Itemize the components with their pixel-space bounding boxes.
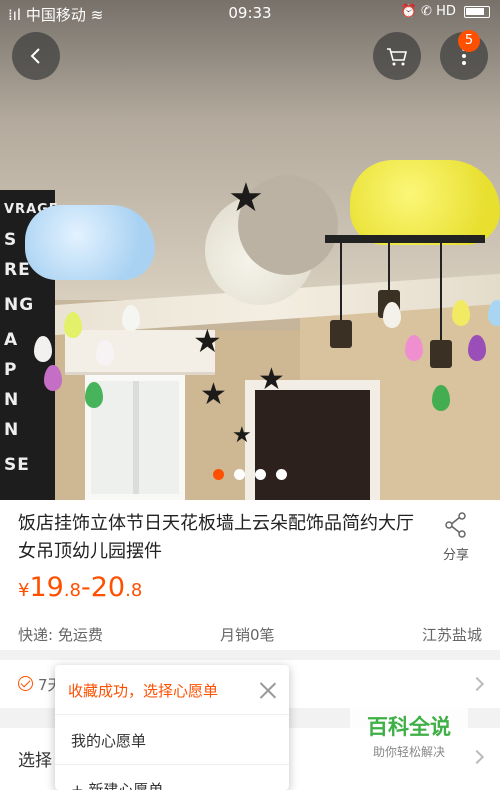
- price-high-integer: 20: [90, 572, 126, 603]
- poster-letters-4: NG: [4, 295, 35, 315]
- wishlist-option-my-list[interactable]: 我的心愿单: [55, 715, 289, 765]
- watermark-title: 百科全说: [367, 715, 451, 739]
- product-title: 饭店挂饰立体节日天花板墙上云朵配饰品简约大厅女吊顶幼儿园摆件: [18, 513, 414, 562]
- star-decoration: ★: [193, 322, 222, 360]
- pagination-dot: [213, 469, 224, 480]
- check-circle-icon: [18, 676, 33, 691]
- blue-cloud-decoration: [25, 205, 155, 280]
- monthly-sales: 月销0笔: [220, 626, 275, 644]
- pagination-dot: [276, 469, 287, 480]
- raindrop-decoration: [122, 305, 140, 331]
- star-decoration: ★: [200, 377, 227, 412]
- raindrop-decoration: [405, 335, 423, 361]
- raindrop-decoration: [96, 340, 114, 366]
- price-separator: -: [81, 572, 91, 603]
- raindrop-decoration: [85, 382, 103, 408]
- price-high-decimal: .8: [125, 580, 143, 601]
- raindrop-decoration: [468, 335, 486, 361]
- share-button[interactable]: 分享: [430, 512, 482, 563]
- chevron-right-icon: [469, 676, 485, 692]
- poster-letters-7: N: [4, 390, 20, 410]
- star-decoration: ★: [232, 423, 252, 448]
- lamp-wire: [388, 243, 390, 293]
- pagination-dot: [234, 469, 245, 480]
- battery-icon: [464, 5, 490, 18]
- cart-icon: [387, 48, 408, 66]
- share-label: 分享: [442, 548, 469, 563]
- close-icon[interactable]: [259, 681, 277, 699]
- lamp-wire: [440, 243, 442, 343]
- raindrop-decoration: [432, 385, 450, 411]
- back-button[interactable]: [12, 32, 60, 80]
- poster-letters-3: RE: [4, 260, 31, 280]
- pendant-lamp: [430, 340, 452, 368]
- pagination-dot: [255, 469, 266, 480]
- product-info-card: 饭店挂饰立体节日天花板墙上云朵配饰品简约大厅女吊顶幼儿园摆件 分享 ¥19.8-…: [0, 500, 500, 650]
- yellow-cloud-decoration: [350, 160, 500, 245]
- raindrop-decoration: [34, 336, 52, 362]
- price-range: ¥19.8-20.8: [18, 572, 142, 603]
- price-low-decimal: .8: [63, 580, 81, 601]
- wishlist-option-new-list[interactable]: + 新建心愿单: [55, 765, 289, 790]
- wishlist-popup: 收藏成功，选择心愿单 我的心愿单 + 新建心愿单: [55, 665, 289, 790]
- wishlist-option-label: 我的心愿单: [71, 732, 147, 750]
- poster-letters-5: A: [4, 330, 19, 350]
- poster-letters-8: N: [4, 420, 20, 440]
- currency-symbol: ¥: [18, 580, 30, 601]
- favorite-success-message: 收藏成功，选择心愿单: [68, 682, 219, 700]
- network-type: HD: [436, 4, 456, 19]
- chevron-left-icon: [30, 48, 40, 64]
- raindrop-decoration: [452, 300, 470, 326]
- raindrop-decoration: [383, 302, 401, 328]
- raindrop-decoration: [44, 365, 62, 391]
- call-icon: ✆: [421, 4, 432, 19]
- wishlist-option-label: + 新建心愿单: [71, 781, 164, 790]
- wishlist-popup-header: 收藏成功，选择心愿单: [55, 665, 289, 715]
- star-decoration: ★: [228, 175, 264, 221]
- price-low-integer: 19: [29, 572, 64, 603]
- watermark-subtitle: 助你轻松解决: [372, 745, 445, 759]
- status-icons: ⏰ ✆ HD: [401, 4, 490, 19]
- chevron-right-icon: [469, 749, 485, 765]
- alarm-icon: ⏰: [400, 4, 417, 19]
- poster-letters-2: S: [4, 230, 18, 250]
- seller-location: 江苏盐城: [421, 626, 482, 644]
- lamp-wire: [340, 243, 342, 323]
- gallery-pagination: [0, 465, 500, 484]
- cart-count-badge: 5: [458, 30, 480, 52]
- pendant-lamp-bar: [325, 235, 485, 243]
- site-watermark: 百科全说 助你轻松解决: [350, 705, 468, 763]
- select-spec-label: 选择: [18, 751, 52, 771]
- shipping-info: 快递: 免运费: [18, 626, 103, 644]
- poster-letters-6: P: [4, 360, 18, 380]
- status-bar: ⁞ıl 中国移动 ≋ 09:33 ⏰ ✆ HD: [0, 0, 500, 26]
- cart-button[interactable]: [373, 32, 421, 80]
- raindrop-decoration: [64, 312, 82, 338]
- raindrop-decoration: [488, 300, 500, 326]
- share-icon: [445, 512, 466, 538]
- pendant-lamp: [330, 320, 352, 348]
- star-decoration: ★: [258, 362, 285, 397]
- product-image-gallery[interactable]: VRAGE S RE NG A P N N SE ★ ★ ★ ★ ★: [0, 0, 500, 500]
